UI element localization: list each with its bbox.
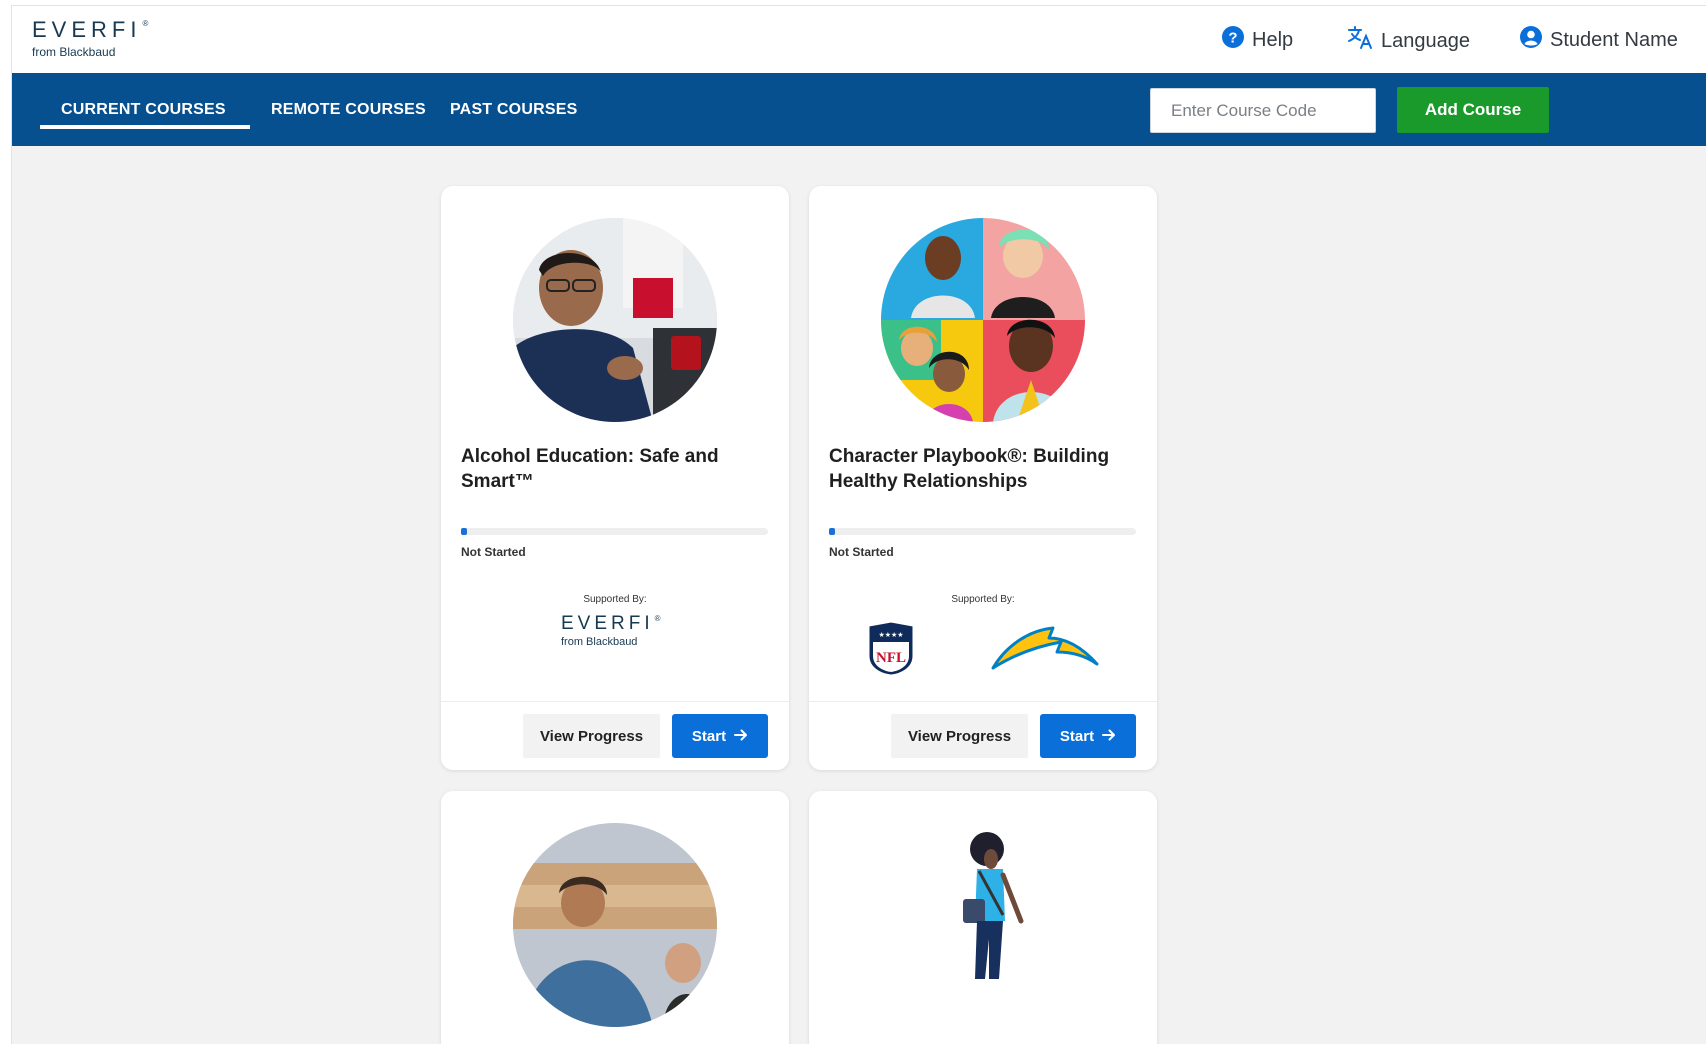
course-card: Character Playbook®: Building Healthy Re… bbox=[809, 186, 1157, 770]
course-progress-fill bbox=[461, 528, 468, 535]
course-card: Alcohol Education: Safe and Smart™ Not S… bbox=[441, 186, 789, 770]
card-divider bbox=[441, 701, 789, 702]
app-frame: EVERFI ® from Blackbaud ? Help Language … bbox=[11, 5, 1706, 1044]
user-circle-icon bbox=[1520, 26, 1542, 54]
start-button[interactable]: Start bbox=[672, 714, 768, 758]
user-menu[interactable]: Student Name bbox=[1520, 26, 1678, 54]
course-status: Not Started bbox=[829, 545, 894, 559]
card-divider bbox=[809, 701, 1157, 702]
start-button[interactable]: Start bbox=[1040, 714, 1136, 758]
view-progress-button[interactable]: View Progress bbox=[891, 714, 1028, 758]
logo-wordmark: EVERFI ® bbox=[32, 17, 149, 42]
svg-text:?: ? bbox=[1228, 30, 1237, 47]
start-label: Start bbox=[691, 727, 727, 745]
logo-text: EVERFI bbox=[32, 17, 142, 42]
nfl-shield-logo: ★★★★ NFL bbox=[867, 620, 915, 681]
course-progress-bar bbox=[829, 528, 1136, 535]
language-label: Language bbox=[1381, 29, 1470, 52]
add-course-button[interactable]: Add Course bbox=[1397, 87, 1549, 133]
arrow-right-icon bbox=[734, 728, 748, 745]
view-progress-button[interactable]: View Progress bbox=[523, 714, 660, 758]
language-selector[interactable]: Language bbox=[1347, 26, 1470, 56]
tab-current-courses[interactable]: CURRENT COURSES bbox=[61, 73, 226, 146]
arrow-right-icon bbox=[1102, 728, 1116, 745]
course-progress-bar bbox=[461, 528, 768, 535]
supported-by-label: Supported By: bbox=[583, 594, 647, 605]
active-tab-indicator bbox=[40, 125, 250, 129]
course-title: Alcohol Education: Safe and Smart™ bbox=[461, 446, 719, 492]
user-name: Student Name bbox=[1550, 28, 1678, 51]
course-progress-fill bbox=[829, 528, 836, 535]
sponsor-logo-everfi: EVERFI ® from Blackbaud bbox=[561, 613, 661, 649]
course-image bbox=[513, 823, 717, 1027]
course-illustration bbox=[939, 829, 1029, 984]
course-image bbox=[881, 218, 1085, 422]
course-status: Not Started bbox=[461, 545, 526, 559]
sponsor-name: EVERFI bbox=[561, 613, 654, 634]
course-card bbox=[441, 791, 789, 1044]
start-label: Start bbox=[1059, 727, 1095, 745]
course-image bbox=[513, 218, 717, 422]
svg-text:★★★★: ★★★★ bbox=[878, 631, 903, 639]
tab-past-courses[interactable]: PAST COURSES bbox=[450, 73, 577, 146]
sponsor-subtitle: from Blackbaud bbox=[561, 636, 638, 648]
chargers-bolt-logo bbox=[991, 624, 1099, 677]
question-circle-icon: ? bbox=[1222, 26, 1244, 54]
course-title: Character Playbook®: Building Healthy Re… bbox=[829, 446, 1110, 492]
tab-remote-courses[interactable]: REMOTE COURSES bbox=[271, 73, 426, 146]
course-code-input[interactable] bbox=[1150, 88, 1376, 133]
course-card bbox=[809, 791, 1157, 1044]
translate-icon bbox=[1347, 26, 1373, 56]
help-label: Help bbox=[1252, 28, 1294, 51]
help-link[interactable]: ? Help bbox=[1222, 26, 1293, 54]
logo-subtitle: from Blackbaud bbox=[32, 45, 116, 59]
top-header: EVERFI ® from Blackbaud ? Help Language … bbox=[12, 6, 1706, 73]
svg-text:NFL: NFL bbox=[876, 650, 906, 666]
course-nav: CURRENT COURSES REMOTE COURSES PAST COUR… bbox=[12, 73, 1706, 146]
everfi-logo[interactable]: EVERFI ® from Blackbaud bbox=[32, 17, 149, 60]
supported-by-label: Supported By: bbox=[951, 594, 1015, 605]
